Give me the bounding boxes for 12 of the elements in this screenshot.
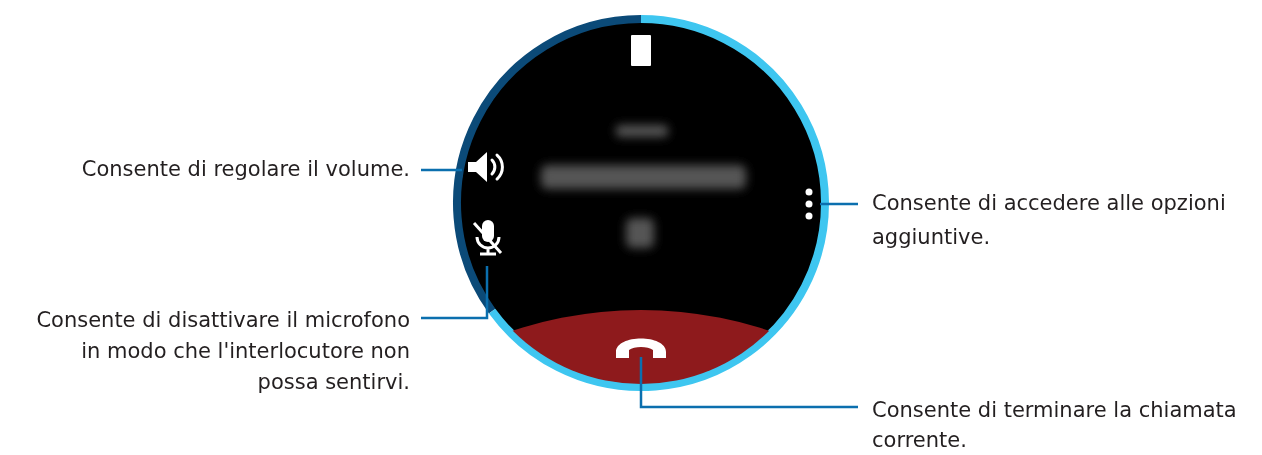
end-call-description: Consente di terminare la chiamata corrente. <box>872 397 1237 454</box>
mute-description: Consente di disattivare il microfono in modo che l'interlocutore non possa sentirvi. <box>36 307 410 396</box>
leader-line <box>421 266 489 320</box>
muted-microphone-icon[interactable] <box>472 220 503 256</box>
end-call-icon[interactable] <box>616 338 666 358</box>
battery-icon <box>631 35 651 66</box>
speaker-icon[interactable] <box>468 152 504 182</box>
leader-line <box>421 168 462 172</box>
options-description: Consente di accedere alle opzioni aggiuntive. <box>872 190 1226 251</box>
more-options-icon[interactable] <box>805 188 813 220</box>
leader-line <box>820 202 858 206</box>
volume-description: Consente di regolare il volume. <box>81 156 410 183</box>
